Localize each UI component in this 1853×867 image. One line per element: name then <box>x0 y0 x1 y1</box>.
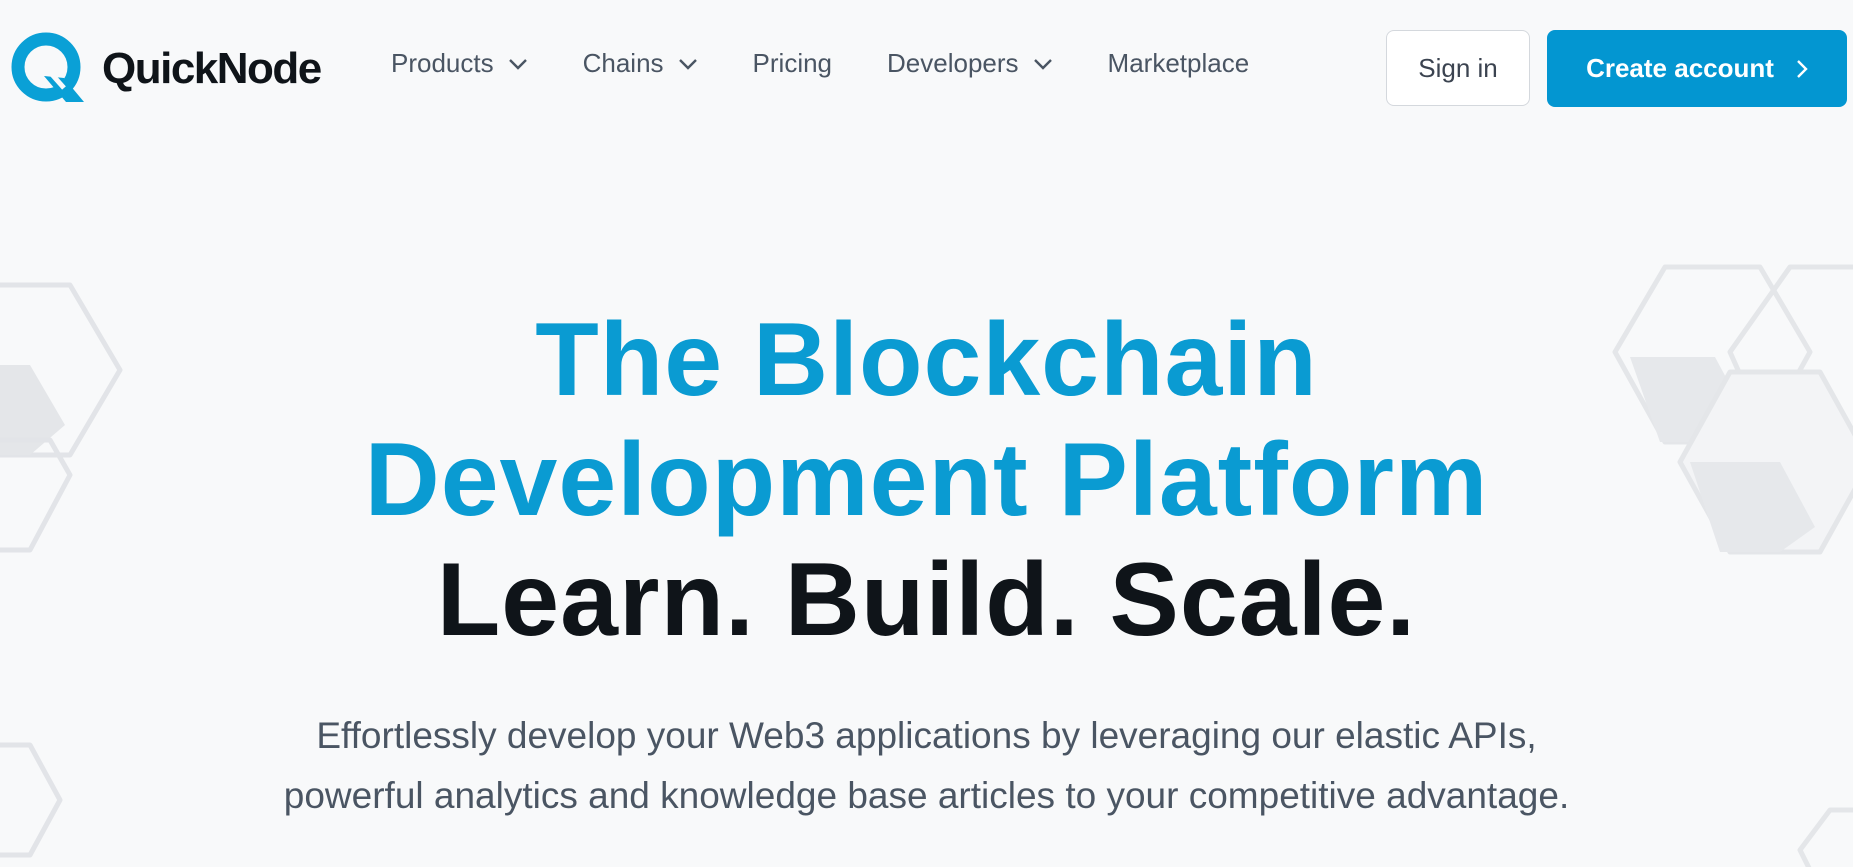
nav-item-label: Chains <box>582 48 664 78</box>
hero-title-line-1: The Blockchain <box>535 302 1318 418</box>
nav-item-chains[interactable]: Chains <box>583 48 698 79</box>
hero-title: The Blockchain Development Platform Lear… <box>0 300 1853 660</box>
site-header: QuickNode Products Chains Pricing Develo… <box>0 0 1853 138</box>
create-account-button[interactable]: Create account <box>1547 30 1847 107</box>
hero-title-line-2: Development Platform <box>364 422 1489 538</box>
sign-in-button[interactable]: Sign in <box>1386 30 1530 106</box>
brand-logo[interactable]: QuickNode <box>8 30 322 108</box>
chevron-down-icon <box>678 58 697 70</box>
quicknode-logo-icon <box>11 32 84 102</box>
nav-item-label: Products <box>391 48 494 78</box>
create-account-label: Create account <box>1586 53 1774 83</box>
hero-title-line-3: Learn. Build. Scale. <box>436 542 1417 658</box>
hero-subtitle-line-2: powerful analytics and knowledge base ar… <box>283 775 1570 816</box>
nav-item-label: Pricing <box>752 48 833 78</box>
chevron-right-icon <box>1797 59 1808 78</box>
nav-item-label: Developers <box>887 48 1019 78</box>
nav-item-label: Marketplace <box>1107 48 1250 78</box>
main-nav: Products Chains Pricing Developers Marke… <box>391 48 1304 79</box>
brand-name: QuickNode <box>102 44 322 93</box>
page: QuickNode Products Chains Pricing Develo… <box>0 0 1853 867</box>
nav-item-marketplace[interactable]: Marketplace <box>1108 48 1250 79</box>
hero-subtitle-line-1: Effortlessly develop your Web3 applicati… <box>316 715 1537 756</box>
hero-subtitle: Effortlessly develop your Web3 applicati… <box>0 706 1853 826</box>
chevron-down-icon <box>508 58 527 70</box>
nav-item-pricing[interactable]: Pricing <box>753 48 832 79</box>
nav-item-products[interactable]: Products <box>391 48 528 79</box>
chevron-down-icon <box>1033 58 1052 70</box>
nav-item-developers[interactable]: Developers <box>887 48 1053 79</box>
sign-in-label: Sign in <box>1418 52 1498 83</box>
